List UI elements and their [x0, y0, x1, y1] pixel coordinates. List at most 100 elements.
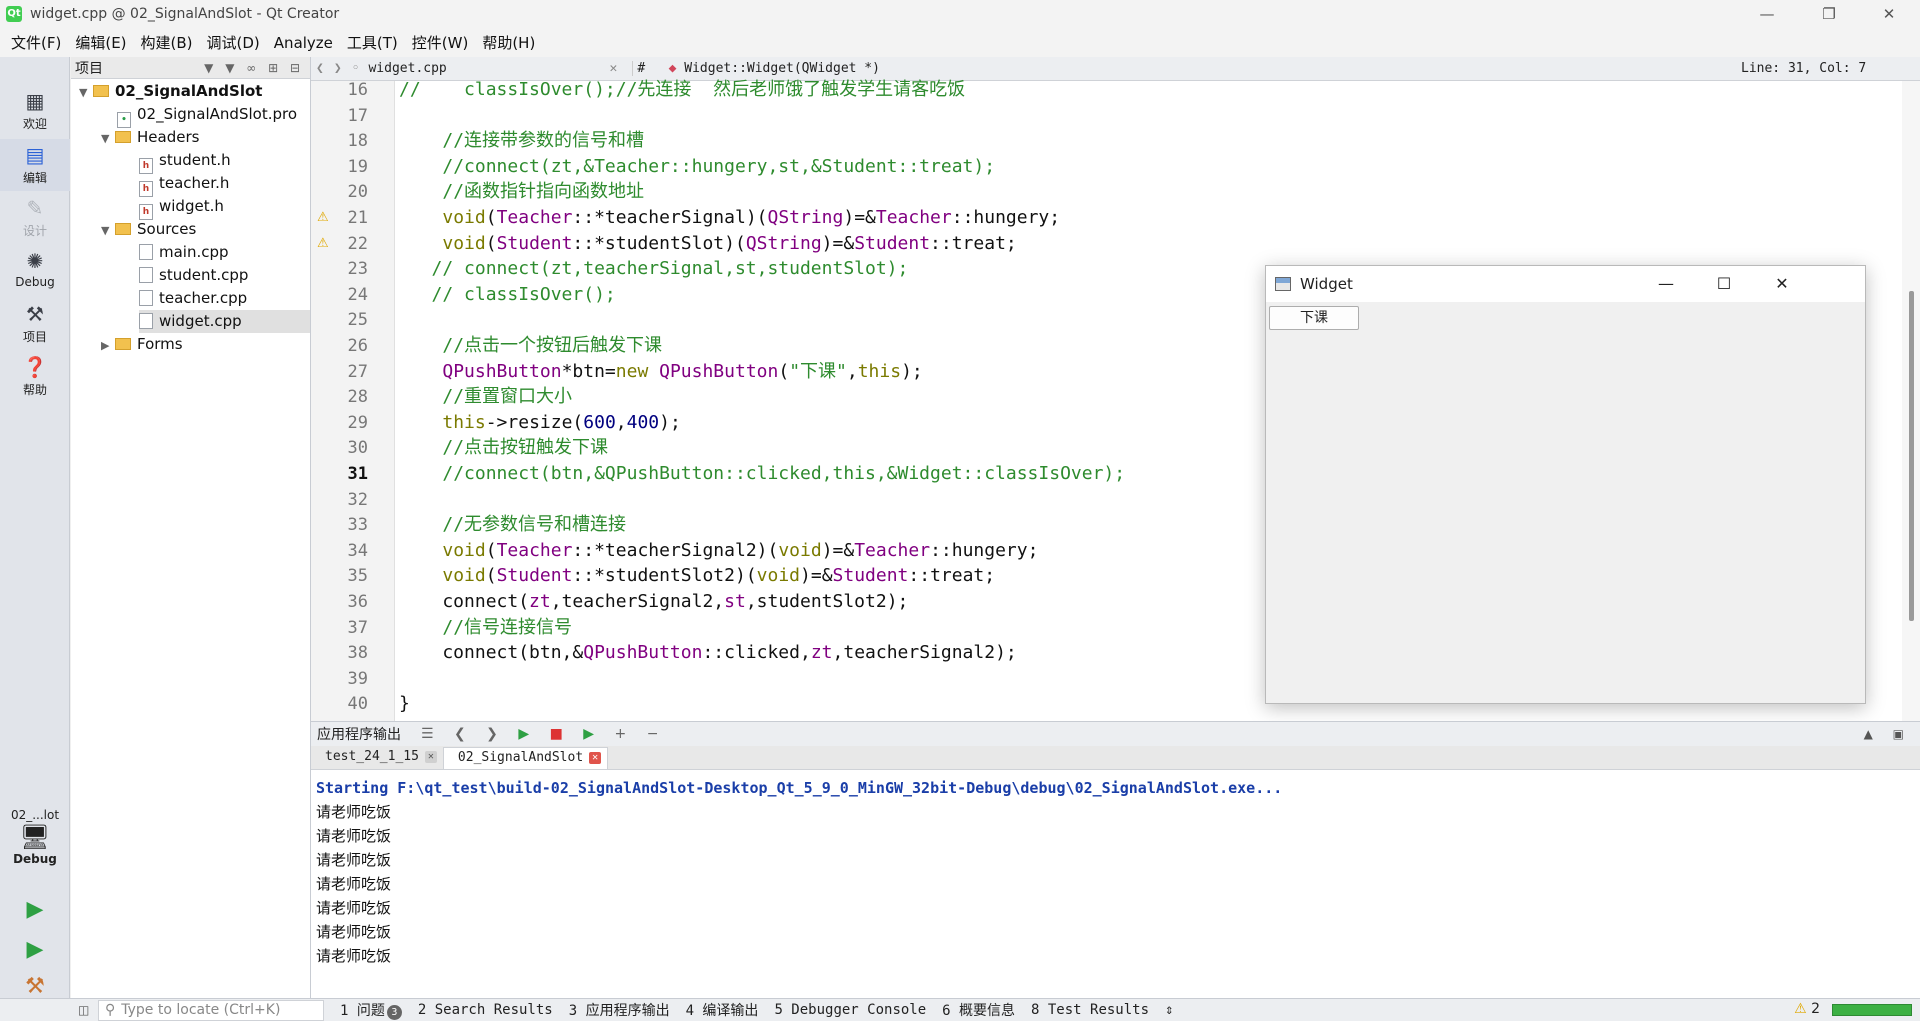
code-line[interactable]: //信号连接信号 — [399, 615, 572, 641]
tree-item-pro[interactable]: • 02_SignalAndSlot.pro — [117, 103, 297, 128]
tree-item-student-h[interactable]: h student.h — [139, 149, 231, 174]
code-line[interactable]: void(Student::*studentSlot2)(void)=&Stud… — [399, 563, 995, 589]
code-line[interactable]: // classIsOver();//先连接 然后老师饿了触发学生请客吃饭 — [399, 77, 965, 103]
mode-projects[interactable]: ⚒ 项目 — [0, 298, 70, 350]
file-dropdown[interactable]: widget.cpp — [364, 61, 604, 76]
widget-minimize-button[interactable]: — — [1637, 266, 1695, 302]
tree-item-student-cpp[interactable]: student.cpp — [139, 264, 248, 287]
code-line[interactable]: // classIsOver(); — [399, 282, 616, 308]
code-line[interactable]: // connect(zt,teacherSignal,st,studentSl… — [399, 256, 909, 282]
mode-debug[interactable]: ✺ Debug — [0, 245, 70, 297]
toggle-sidebar-icon[interactable]: ◫ — [78, 1003, 89, 1017]
projects-panel: 项目 ▼ ▼ ∞ ⊞ ⊟ ▼ 02_SignalAndSlot • 02_Signa… — [71, 57, 311, 998]
build-progress-bar — [1832, 1004, 1912, 1016]
symbol-dropdown[interactable]: # ◆ Widget::Widget(QWidget *) — [632, 61, 1162, 76]
tree-project-root[interactable]: ▼ 02_SignalAndSlot — [79, 80, 262, 103]
menu-bar: 文件(F) 编辑(E) 构建(B) 调试(D) Analyze 工具(T) 控件… — [0, 28, 1920, 57]
close-file-icon[interactable]: ✕ — [604, 61, 622, 76]
line-number: 18 — [347, 131, 368, 151]
close-tab-icon[interactable]: ✕ — [424, 751, 437, 763]
close-tab-icon[interactable]: ✕ — [589, 751, 602, 764]
output-toolbar-icons[interactable]: ☰ ❮ ❯ ▶ ■ ▶ + − — [421, 726, 666, 742]
kit-selector[interactable]: 02_...lot 🖥 Debug — [0, 808, 70, 888]
code-line[interactable]: this->resize(600,400); — [399, 410, 680, 436]
menu-edit[interactable]: 编辑(E) — [68, 32, 133, 53]
code-line[interactable]: void(Teacher::*teacherSignal)(QString)=&… — [399, 205, 1060, 231]
status-tab-issues[interactable]: 1 问题 3 — [332, 1000, 410, 1020]
maximize-button[interactable]: ❐ — [1800, 0, 1858, 28]
minimize-button[interactable]: — — [1738, 0, 1796, 28]
pane-maximize-close-icons[interactable]: ▲ ▣ — [1864, 727, 1912, 741]
tree-item-main-cpp[interactable]: main.cpp — [139, 241, 229, 264]
code-line[interactable]: //点击按钮触发下课 — [399, 435, 608, 461]
projects-toolbar-icons[interactable]: ▼ ▼ ∞ ⊞ ⊟ — [204, 61, 310, 75]
tree-item-widget-cpp[interactable]: widget.cpp — [139, 310, 310, 333]
menu-debug[interactable]: 调试(D) — [200, 32, 267, 53]
debug-run-icon[interactable]: ▶ — [583, 726, 602, 742]
code-line[interactable]: //函数指针指向函数地址 — [399, 179, 644, 205]
code-line[interactable]: //connect(zt,&Teacher::hungery,st,&Stude… — [399, 154, 995, 180]
menu-file[interactable]: 文件(F) — [4, 32, 68, 53]
code-line[interactable]: //点击一个按钮后触发下课 — [399, 333, 662, 359]
tree-folder-headers[interactable]: ▼ Headers — [101, 126, 199, 149]
tree-item-teacher-cpp[interactable]: teacher.cpp — [139, 287, 247, 310]
menu-widgets[interactable]: 控件(W) — [405, 32, 476, 53]
tree-folder-forms[interactable]: ▶ Forms — [101, 333, 183, 356]
status-tab-test-results[interactable]: 8 Test Results — [1023, 1002, 1157, 1018]
widget-maximize-button[interactable]: ☐ — [1695, 266, 1753, 302]
code-line[interactable]: connect(zt,teacherSignal2,st,studentSlot… — [399, 589, 908, 615]
code-line[interactable]: } — [399, 691, 410, 717]
code-line[interactable]: //connect(btn,&QPushButton::clicked,this… — [399, 461, 1125, 487]
class-over-button[interactable]: 下课 — [1269, 306, 1359, 330]
folder-icon — [115, 131, 131, 143]
code-line[interactable]: //连接带参数的信号和槽 — [399, 128, 644, 154]
output-tab-test[interactable]: test_24_1_15 ✕ — [311, 747, 443, 769]
menu-analyze[interactable]: Analyze — [267, 34, 340, 52]
forward-arrow-icon[interactable]: ❯ — [329, 61, 347, 76]
code-line[interactable]: //无参数信号和槽连接 — [399, 512, 626, 538]
widget-title-bar[interactable]: Widget — ☐ ✕ — [1266, 266, 1865, 302]
back-arrow-icon[interactable]: ❮ — [311, 61, 329, 76]
line-col-indicator[interactable]: Line: 31, Col: 7 — [1741, 57, 1866, 81]
debug-run-icon[interactable]: ▶ — [20, 935, 50, 965]
status-tab-debugger-console[interactable]: 5 Debugger Console — [766, 1002, 934, 1018]
tree-item-widget-h[interactable]: h widget.h — [139, 195, 224, 220]
updown-arrow-icon[interactable]: ⇕ — [1157, 1002, 1181, 1018]
run-icon[interactable]: ▶ — [518, 726, 537, 742]
code-line[interactable]: //重置窗口大小 — [399, 384, 572, 410]
tree-item-teacher-h[interactable]: h teacher.h — [139, 172, 229, 197]
code-line[interactable]: void(Student::*studentSlot)(QString)=&St… — [399, 231, 1016, 257]
warning-icon[interactable]: ⚠ — [317, 205, 331, 231]
chevron-right-icon: ▶ — [101, 339, 110, 352]
mode-design[interactable]: ✎ 设计 — [0, 192, 70, 244]
mode-edit[interactable]: ▤ 编辑 — [0, 139, 70, 191]
widget-close-button[interactable]: ✕ — [1753, 266, 1811, 302]
menu-help[interactable]: 帮助(H) — [475, 32, 542, 53]
menu-tools[interactable]: 工具(T) — [340, 32, 405, 53]
locator-input[interactable]: ⚲ Type to locate (Ctrl+K) — [98, 999, 324, 1021]
run-icon[interactable]: ▶ — [20, 895, 50, 925]
status-tab-general-messages[interactable]: 6 概要信息 — [934, 1000, 1023, 1020]
status-tab-compile-output[interactable]: 4 编译输出 — [678, 1000, 767, 1020]
projects-title[interactable]: 项目 — [75, 58, 103, 78]
running-widget-window[interactable]: Widget — ☐ ✕ 下课 — [1265, 265, 1866, 704]
warning-icon[interactable]: ⚠ 2 — [1794, 1001, 1820, 1017]
kit-build-mode: Debug — [13, 852, 57, 866]
output-tab-signalandslot[interactable]: 02_SignalAndSlot ✕ — [442, 747, 609, 769]
stop-icon[interactable]: ■ — [550, 726, 571, 742]
code-line[interactable]: connect(btn,&QPushButton::clicked,zt,tea… — [399, 640, 1016, 666]
mode-label: 欢迎 — [22, 117, 47, 131]
mode-welcome[interactable]: ▦ 欢迎 — [0, 85, 70, 137]
code-line[interactable]: QPushButton*btn=new QPushButton("下课",thi… — [399, 359, 922, 385]
editor-scrollbar[interactable] — [1902, 81, 1920, 721]
close-button[interactable]: ✕ — [1860, 0, 1918, 28]
status-tab-app-output[interactable]: 3 应用程序输出 — [561, 1000, 678, 1020]
tree-folder-sources[interactable]: ▼ Sources — [101, 218, 196, 241]
warning-icon[interactable]: ⚠ — [317, 231, 331, 257]
code-line[interactable]: void(Teacher::*teacherSignal2)(void)=&Te… — [399, 538, 1038, 564]
output-text[interactable]: Starting F:\qt_test\build-02_SignalAndSl… — [316, 776, 1282, 968]
mode-help[interactable]: ❓ 帮助 — [0, 351, 70, 403]
menu-build[interactable]: 构建(B) — [134, 32, 200, 53]
status-tab-search-results[interactable]: 2 Search Results — [410, 1002, 561, 1018]
scrollbar-thumb[interactable] — [1909, 291, 1914, 621]
